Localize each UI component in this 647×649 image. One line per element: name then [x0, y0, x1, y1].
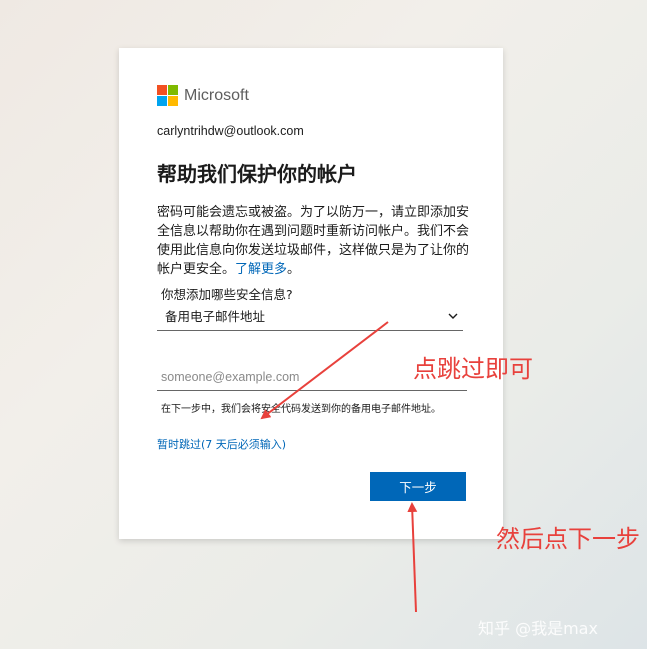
arrow-to-next-button: [407, 502, 418, 613]
watermark: 知乎 @我是max: [478, 619, 598, 638]
annotation-next-note: 然后点下一步: [496, 525, 640, 553]
arrow-to-skip-link: [260, 321, 389, 420]
annotation-skip-note: 点跳过即可: [413, 355, 533, 383]
